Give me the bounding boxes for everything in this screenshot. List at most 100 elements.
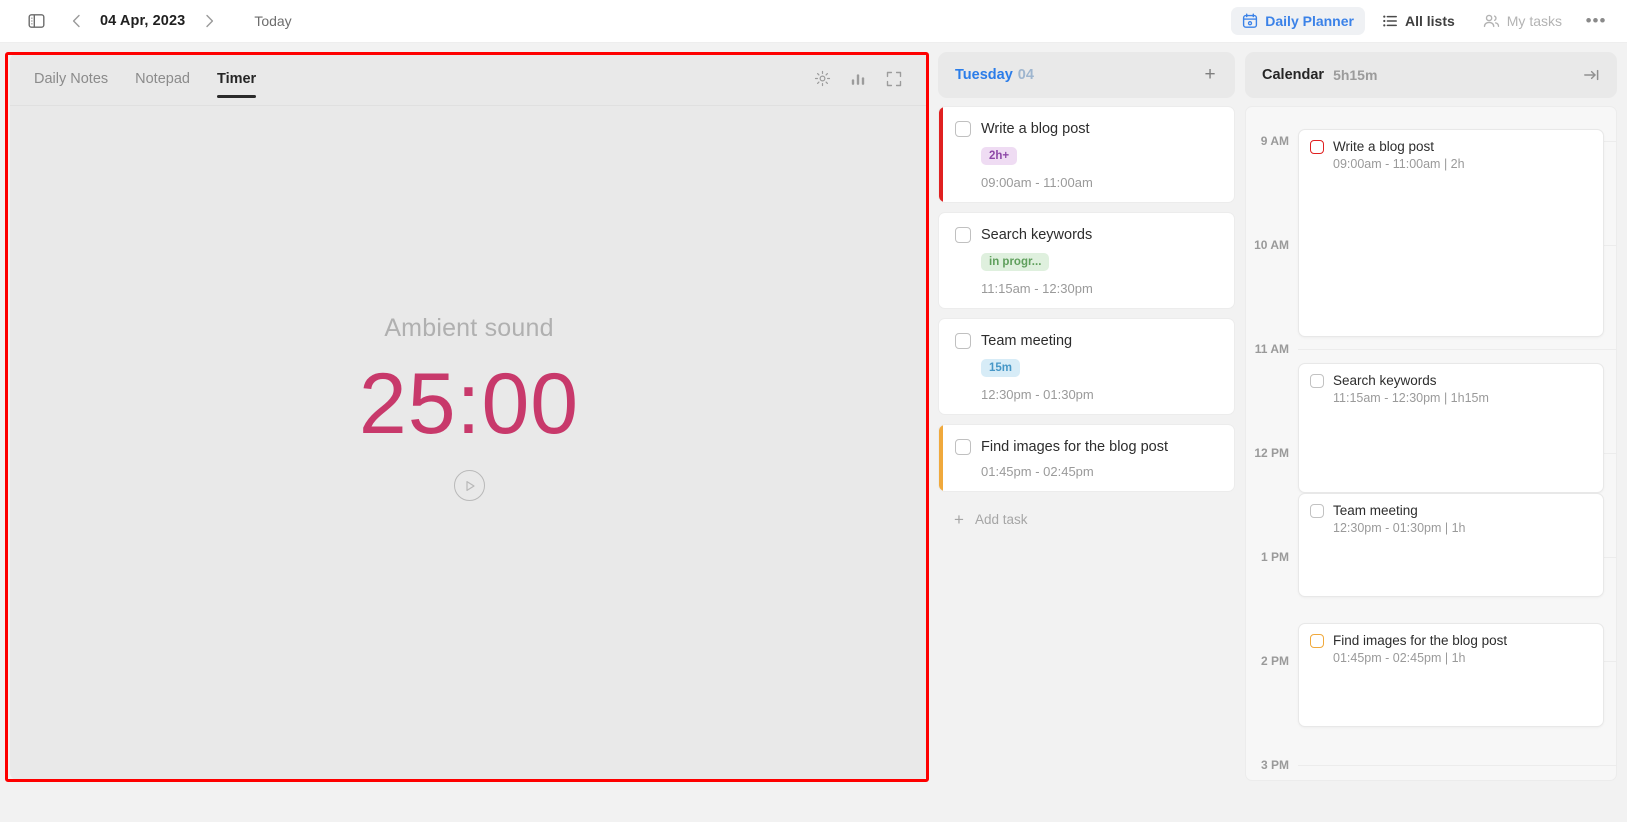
task-list-body: Write a blog post 2h+ 09:00am - 11:00am … — [938, 98, 1235, 781]
calendar-hour-label: 1 PM — [1260, 550, 1289, 564]
task-header: Write a blog post — [955, 120, 1220, 138]
calendar-event[interactable]: Search keywords 11:15am - 12:30pm | 1h15… — [1298, 363, 1604, 493]
fullscreen-icon[interactable] — [884, 69, 904, 89]
calendar-grid[interactable]: 9 AM 10 AM 11 AM 12 PM 1 PM 2 PM 3 PM Wr… — [1245, 106, 1617, 781]
status-badge: in progr... — [981, 253, 1050, 272]
timer-panel: Daily Notes Notepad Timer Ambient sound … — [10, 52, 928, 781]
timer-display: 25:00 — [358, 355, 580, 452]
calendar-event-checkbox[interactable] — [1310, 503, 1324, 518]
calendar-header: Calendar 5h15m — [1245, 52, 1617, 98]
task-row[interactable]: Search keywords in progr... 11:15am - 12… — [938, 212, 1235, 310]
task-list-panel: Tuesday 04 + Write a blog post 2h+ 09:00a… — [938, 52, 1235, 781]
current-date-label: 04 Apr, 2023 — [100, 13, 186, 29]
calendar-event-time: 01:45pm - 02:45pm | 1h — [1333, 651, 1466, 665]
calendar-event-checkbox[interactable] — [1310, 633, 1324, 648]
calendar-event-title: Write a blog post — [1333, 139, 1435, 154]
collapse-right-icon[interactable] — [1579, 63, 1603, 87]
task-title: Write a blog post — [981, 121, 1090, 137]
task-checkbox[interactable] — [955, 227, 971, 244]
task-title: Find images for the blog post — [981, 439, 1168, 456]
ambient-sound-label[interactable]: Ambient sound — [384, 314, 553, 343]
task-row[interactable]: Find images for the blog post 01:45pm - … — [938, 424, 1235, 492]
task-time: 12:30pm - 01:30pm — [981, 387, 1094, 403]
calendar-hour-label: 2 PM — [1260, 654, 1289, 668]
timer-body: Ambient sound 25:00 — [10, 106, 928, 781]
task-time: 09:00am - 11:00am — [981, 175, 1093, 191]
calendar-hour-line — [1298, 348, 1616, 350]
calendar-event-checkbox[interactable] — [1310, 373, 1324, 388]
bar-chart-icon[interactable] — [848, 69, 868, 89]
tab-notepad[interactable]: Notepad — [135, 58, 190, 100]
main-content: Daily Notes Notepad Timer Ambient sound … — [0, 43, 1627, 822]
tab-daily-planner[interactable]: Daily Planner — [1231, 7, 1365, 35]
task-checkbox[interactable] — [955, 333, 971, 350]
add-task-label: Add task — [974, 511, 1028, 527]
top-bar-left: 04 Apr, 2023 Today — [0, 0, 301, 42]
task-list-title: Tuesday 04 — [955, 67, 1034, 83]
next-day-button[interactable] — [195, 7, 223, 35]
status-badge: 15m — [981, 359, 1021, 378]
task-header: Search keywords — [955, 226, 1220, 244]
previous-day-button[interactable] — [62, 7, 90, 35]
calendar-event-title: Find images for the blog post — [1333, 633, 1508, 648]
plus-icon: + — [954, 509, 964, 529]
task-header: Team meeting — [955, 332, 1220, 350]
calendar-hour-line — [1298, 764, 1616, 766]
calendar-event-header: Write a blog post — [1310, 139, 1593, 154]
task-header: Find images for the blog post — [955, 438, 1220, 456]
more-options-button[interactable]: ••• — [1581, 6, 1611, 36]
task-checkbox[interactable] — [955, 439, 971, 456]
calendar-event-checkbox[interactable] — [1310, 139, 1324, 154]
status-badge: 2h+ — [981, 147, 1018, 166]
tab-all-lists-label: All lists — [1404, 13, 1455, 29]
task-list-day-number: 04 — [1017, 67, 1034, 83]
calendar-icon — [1242, 13, 1258, 29]
calendar-hour-label: 12 PM — [1254, 446, 1289, 460]
task-time: 11:15am - 12:30pm — [981, 281, 1093, 297]
task-row[interactable]: Team meeting 15m 12:30pm - 01:30pm — [938, 318, 1235, 416]
calendar-hour-label: 11 AM — [1254, 342, 1289, 356]
task-title: Team meeting — [981, 333, 1073, 350]
top-bar: 04 Apr, 2023 Today Daily Planner All lis… — [0, 0, 1627, 43]
sidebar-toggle-icon[interactable] — [22, 7, 50, 35]
calendar-event-time: 12:30pm - 01:30pm | 1h — [1333, 521, 1466, 535]
calendar-event-title: Search keywords — [1333, 373, 1437, 388]
add-task-button[interactable]: + Add task — [938, 501, 1235, 528]
tab-daily-planner-label: Daily Planner — [1265, 13, 1354, 29]
calendar-event[interactable]: Write a blog post 09:00am - 11:00am | 2h — [1298, 129, 1604, 337]
tab-all-lists[interactable]: All lists — [1371, 7, 1466, 35]
calendar-title: Calendar — [1262, 67, 1325, 83]
calendar-event-title: Team meeting — [1333, 503, 1418, 518]
task-time: 01:45pm - 02:45pm — [981, 463, 1094, 479]
list-icon — [1382, 13, 1398, 29]
calendar-panel: Calendar 5h15m 9 AM 10 AM 11 AM 12 PM 1 … — [1245, 52, 1617, 781]
task-title: Search keywords — [981, 227, 1093, 244]
calendar-event[interactable]: Team meeting 12:30pm - 01:30pm | 1h — [1298, 493, 1604, 597]
calendar-event-time: 11:15am - 12:30pm | 1h15m — [1333, 391, 1489, 405]
task-list-header: Tuesday 04 + — [938, 52, 1235, 98]
gear-icon[interactable] — [812, 69, 832, 89]
tab-my-tasks-label: My tasks — [1506, 13, 1562, 29]
calendar-hour-label: 3 PM — [1260, 758, 1289, 772]
calendar-event-time: 09:00am - 11:00am | 2h — [1333, 157, 1465, 171]
timer-tab-bar: Daily Notes Notepad Timer — [10, 52, 928, 105]
task-checkbox[interactable] — [955, 121, 971, 137]
daily-planner-app: 04 Apr, 2023 Today Daily Planner All lis… — [0, 0, 1627, 822]
calendar-event-header: Search keywords — [1310, 373, 1593, 388]
calendar-event[interactable]: Find images for the blog post 01:45pm - … — [1298, 623, 1604, 727]
tab-daily-notes[interactable]: Daily Notes — [34, 58, 108, 100]
top-bar-right: Daily Planner All lists My tasks ••• — [1231, 0, 1627, 42]
tab-my-tasks[interactable]: My tasks — [1472, 7, 1573, 35]
plus-icon[interactable]: + — [1198, 63, 1222, 87]
calendar-hour-label: 10 AM — [1254, 238, 1289, 252]
task-list-day-name: Tuesday — [955, 67, 1013, 83]
calendar-event-header: Find images for the blog post — [1310, 633, 1593, 648]
play-icon[interactable] — [453, 470, 485, 502]
today-button[interactable]: Today — [245, 9, 300, 33]
calendar-total-duration: 5h15m — [1333, 67, 1378, 83]
task-row[interactable]: Write a blog post 2h+ 09:00am - 11:00am — [938, 106, 1235, 204]
tab-timer[interactable]: Timer — [216, 58, 257, 100]
task-accent-bar — [939, 107, 943, 203]
people-icon — [1483, 13, 1500, 29]
calendar-hour-label: 9 AM — [1260, 134, 1289, 148]
